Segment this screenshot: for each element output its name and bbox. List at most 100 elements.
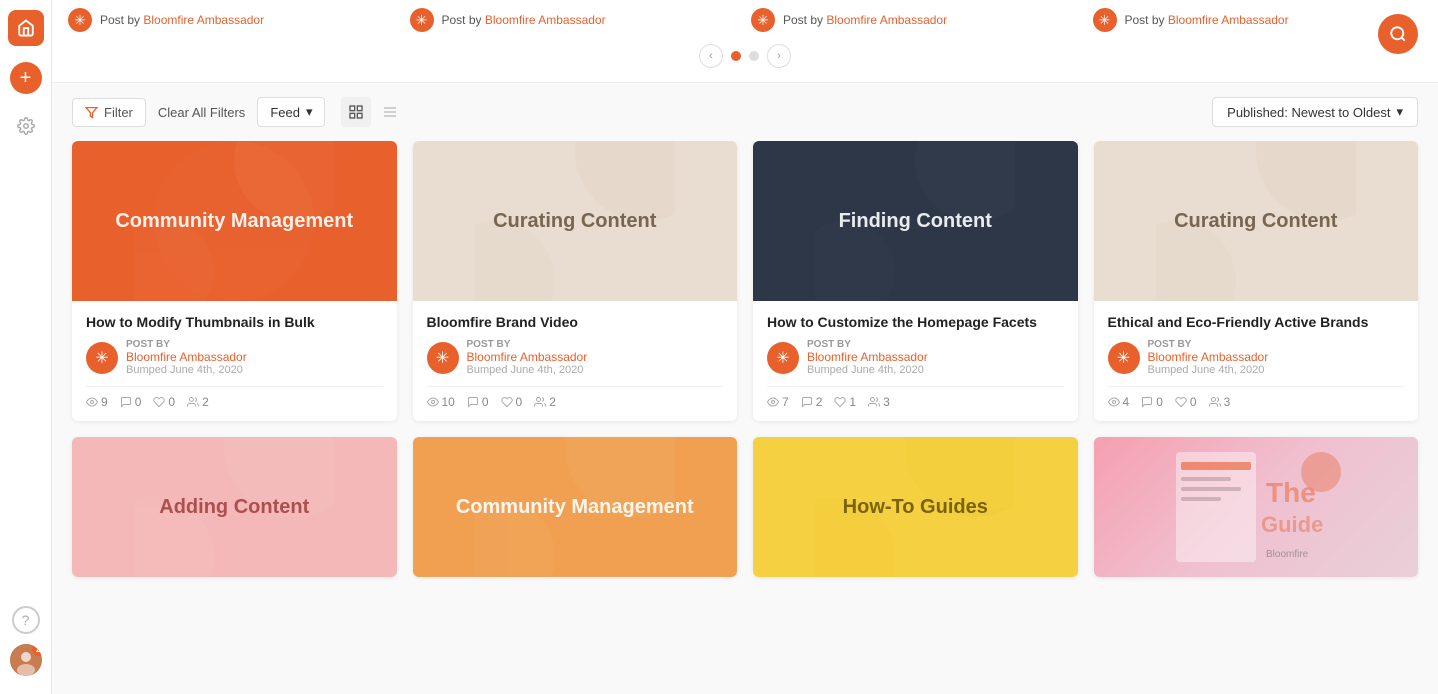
view-toggle <box>341 97 405 127</box>
card-how-to-guides[interactable]: How-To Guides <box>753 437 1078 577</box>
stat-comments-2: 0 <box>467 395 489 409</box>
next-icon: › <box>777 50 781 62</box>
carousel-next-button[interactable]: › <box>767 44 791 68</box>
author-date-4: Bumped June 4th, 2020 <box>1148 364 1269 376</box>
chevron-down-icon: ▾ <box>306 104 313 120</box>
carousel-author-icon-3: ✳ <box>751 8 775 32</box>
card-stats-1: 9 0 0 2 <box>86 386 383 409</box>
stat-views-4: 4 <box>1108 395 1130 409</box>
carousel-post-label-4: Post by Bloomfire Ambassador <box>1125 13 1289 27</box>
svg-text:Guide: Guide <box>1261 512 1323 537</box>
author-name-3: Bloomfire Ambassador <box>807 350 928 364</box>
home-button[interactable] <box>8 10 44 46</box>
card-thumb-8: The Guide Bloomfire <box>1094 437 1419 577</box>
card-body-1: How to Modify Thumbnails in Bulk ✳ POST … <box>72 301 397 421</box>
card-thumb-text-7: How-To Guides <box>827 496 1004 519</box>
author-meta-3: POST BY Bloomfire Ambassador Bumped June… <box>807 339 928 376</box>
stat-comments-1: 0 <box>120 395 142 409</box>
card-photo[interactable]: The Guide Bloomfire <box>1094 437 1419 577</box>
carousel-post-3: ✳ Post by Bloomfire Ambassador <box>751 8 1081 32</box>
grid-view-button[interactable] <box>341 97 371 127</box>
clear-filters-button[interactable]: Clear All Filters <box>158 105 245 120</box>
card-title-2: Bloomfire Brand Video <box>427 313 724 331</box>
svg-text:Bloomfire: Bloomfire <box>1266 549 1309 560</box>
post-by-4: POST BY <box>1148 339 1269 350</box>
author-date-2: Bumped June 4th, 2020 <box>467 364 588 376</box>
carousel-nav: ‹ › <box>68 40 1422 72</box>
card-finding-content[interactable]: Finding Content How to Customize the Hom… <box>753 141 1078 421</box>
stat-likes-4: 0 <box>1175 395 1197 409</box>
carousel-post-1: ✳ Post by Bloomfire Ambassador <box>68 8 398 32</box>
carousel-author-icon-4: ✳ <box>1093 8 1117 32</box>
card-title-4: Ethical and Eco-Friendly Active Brands <box>1108 313 1405 331</box>
stat-contributors-4: 3 <box>1209 395 1231 409</box>
author-name-1: Bloomfire Ambassador <box>126 350 247 364</box>
stat-contributors-1: 2 <box>187 395 209 409</box>
card-title-1: How to Modify Thumbnails in Bulk <box>86 313 383 331</box>
search-button[interactable] <box>1378 14 1418 54</box>
carousel-author-icon-1: ✳ <box>68 8 92 32</box>
card-community-management-2[interactable]: Community Management <box>413 437 738 577</box>
card-curating-content[interactable]: Curating Content Bloomfire Brand Video ✳… <box>413 141 738 421</box>
stat-views-3: 7 <box>767 395 789 409</box>
card-thumb-text-6: Community Management <box>440 496 710 519</box>
filter-label: Filter <box>104 105 133 120</box>
card-body-2: Bloomfire Brand Video ✳ POST BY Bloomfir… <box>413 301 738 421</box>
author-meta-1: POST BY Bloomfire Ambassador Bumped June… <box>126 339 247 376</box>
stat-contributors-2: 2 <box>534 395 556 409</box>
carousel-dot-2[interactable] <box>749 51 759 61</box>
main-content: ✳ Post by Bloomfire Ambassador ✳ Post by… <box>52 0 1438 694</box>
carousel-post-label-3: Post by Bloomfire Ambassador <box>783 13 947 27</box>
card-thumb-text-3: Finding Content <box>823 210 1008 233</box>
sort-chevron-icon: ▾ <box>1396 104 1403 120</box>
feed-dropdown[interactable]: Feed ▾ <box>257 97 325 127</box>
help-icon: ? <box>22 612 30 628</box>
card-stats-3: 7 2 1 3 <box>767 386 1064 409</box>
author-name-2: Bloomfire Ambassador <box>467 350 588 364</box>
author-meta-4: POST BY Bloomfire Ambassador Bumped June… <box>1148 339 1269 376</box>
post-by-3: POST BY <box>807 339 928 350</box>
stat-views-1: 9 <box>86 395 108 409</box>
card-stats-4: 4 0 0 3 <box>1108 386 1405 409</box>
prev-icon: ‹ <box>709 50 713 62</box>
carousel-post-2: ✳ Post by Bloomfire Ambassador <box>410 8 740 32</box>
post-by-1: POST BY <box>126 339 247 350</box>
carousel-post-label-1: Post by Bloomfire Ambassador <box>100 13 264 27</box>
author-date-1: Bumped June 4th, 2020 <box>126 364 247 376</box>
stat-views-2: 10 <box>427 395 455 409</box>
add-button[interactable]: + <box>10 62 42 94</box>
card-thumb-5: Adding Content <box>72 437 397 577</box>
card-title-3: How to Customize the Homepage Facets <box>767 313 1064 331</box>
card-thumb-2: Curating Content <box>413 141 738 301</box>
card-author-row-3: ✳ POST BY Bloomfire Ambassador Bumped Ju… <box>767 339 1064 376</box>
carousel-post-4: ✳ Post by Bloomfire Ambassador <box>1093 8 1423 32</box>
carousel-prev-button[interactable]: ‹ <box>699 44 723 68</box>
author-icon-3: ✳ <box>767 342 799 374</box>
card-thumb-3: Finding Content <box>753 141 1078 301</box>
card-body-3: How to Customize the Homepage Facets ✳ P… <box>753 301 1078 421</box>
card-community-management[interactable]: Community Management How to Modify Thumb… <box>72 141 397 421</box>
filter-button[interactable]: Filter <box>72 98 146 127</box>
settings-button[interactable] <box>10 110 42 142</box>
avatar[interactable]: 2 <box>10 644 42 676</box>
carousel-post-label-2: Post by Bloomfire Ambassador <box>442 13 606 27</box>
add-icon: + <box>20 68 32 88</box>
filter-bar: Filter Clear All Filters Feed ▾ Publishe <box>52 83 1438 141</box>
card-author-row-1: ✳ POST BY Bloomfire Ambassador Bumped Ju… <box>86 339 383 376</box>
carousel-dot-1[interactable] <box>731 51 741 61</box>
carousel-author-icon-2: ✳ <box>410 8 434 32</box>
card-thumb-4: Curating Content <box>1094 141 1419 301</box>
card-adding-content[interactable]: Adding Content <box>72 437 397 577</box>
author-name-4: Bloomfire Ambassador <box>1148 350 1269 364</box>
author-date-3: Bumped June 4th, 2020 <box>807 364 928 376</box>
card-author-row-2: ✳ POST BY Bloomfire Ambassador Bumped Ju… <box>427 339 724 376</box>
card-eco-brands[interactable]: Curating Content Ethical and Eco-Friendl… <box>1094 141 1419 421</box>
author-icon-2: ✳ <box>427 342 459 374</box>
help-button[interactable]: ? <box>12 606 40 634</box>
list-view-button[interactable] <box>375 97 405 127</box>
card-thumb-text-5: Adding Content <box>143 496 325 519</box>
stat-comments-4: 0 <box>1141 395 1163 409</box>
sort-dropdown[interactable]: Published: Newest to Oldest ▾ <box>1212 97 1418 127</box>
card-thumb-1: Community Management <box>72 141 397 301</box>
cards-grid: Community Management How to Modify Thumb… <box>52 141 1438 694</box>
